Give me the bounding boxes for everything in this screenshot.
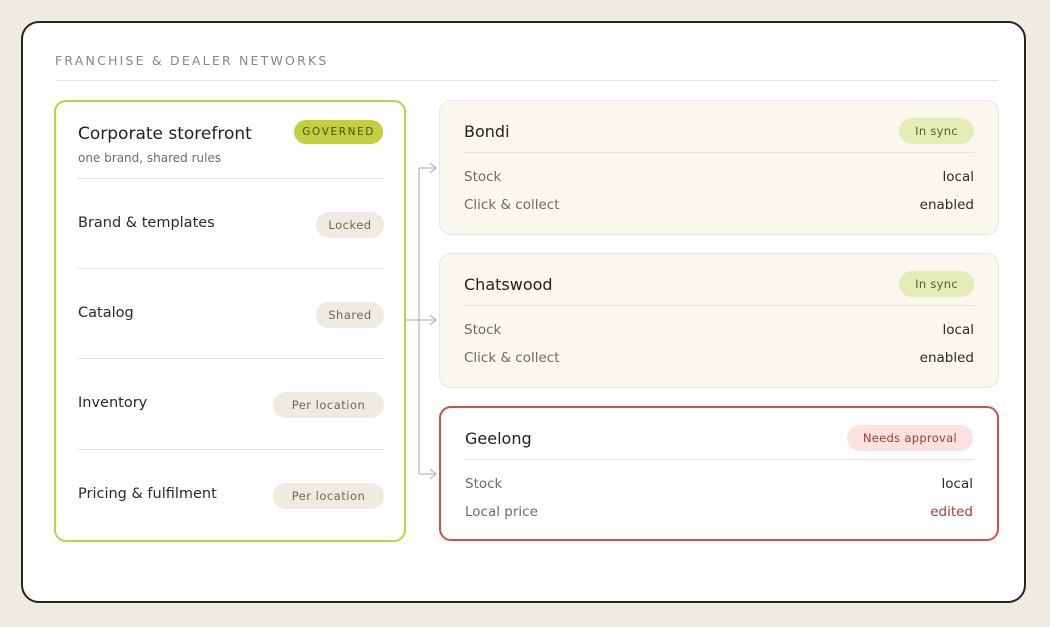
location-card-geelong[interactable]: Geelong Needs approval Stock local Local… [439,406,999,541]
row-key: Stock [464,169,502,185]
row-key: Click & collect [464,350,560,366]
card-divider [465,459,973,460]
sync-status-badge: In sync [899,118,974,144]
row-value: local [942,169,974,185]
location-card-bondi[interactable]: Bondi In sync Stock local Click & collec… [439,100,999,235]
sync-status-badge: In sync [899,271,974,297]
approval-status-badge[interactable]: Needs approval [846,425,973,451]
location-name: Bondi [464,122,510,141]
row-value-edited: edited [930,504,973,520]
row-key: Stock [465,476,503,492]
row-value: enabled [919,197,974,213]
row-key: Click & collect [464,197,560,213]
location-name: Geelong [465,429,532,448]
row-value: local [941,476,973,492]
row-key: Stock [464,322,502,338]
card-divider [464,305,974,306]
location-name: Chatswood [464,275,553,294]
row-key: Local price [465,504,538,520]
row-value: local [942,322,974,338]
network-panel: FRANCHISE & DEALER NETWORKS Corporate st… [21,21,1026,603]
row-value: enabled [919,350,974,366]
location-card-chatswood[interactable]: Chatswood In sync Stock local Click & co… [439,253,999,388]
card-divider [464,152,974,153]
